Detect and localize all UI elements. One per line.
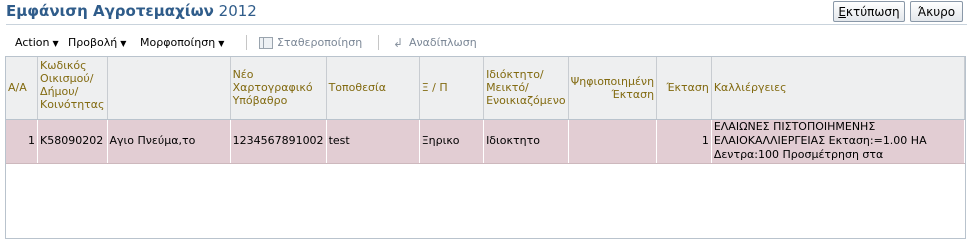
actions-menu[interactable]: Action ▼ xyxy=(15,36,59,49)
toolbar-separator xyxy=(378,35,379,50)
wrap-button-label: Αναδίπλωση xyxy=(409,36,477,49)
column-header-map[interactable]: Νέο Χαρτογραφικό Υπόβαθρο xyxy=(230,57,327,120)
page-title: Εμφάνιση Αγροτεμαχίων 2012 xyxy=(6,2,257,20)
format-menu[interactable]: Μορφοποίηση ▼ xyxy=(140,36,224,49)
cell-aa: 1 xyxy=(6,119,39,164)
crops-line: ΕΛΑΙΟΚΑΛΛΙΕΡΓΕΙΑΣ Εκταση:=1.00 HA xyxy=(713,134,927,147)
column-header-xp[interactable]: Ξ / Π xyxy=(419,57,485,120)
format-menu-label: Μορφοποίηση xyxy=(140,36,216,49)
wrap-button[interactable]: ↲ Αναδίπλωση xyxy=(391,36,477,49)
cell-location: test xyxy=(326,119,420,164)
cell-map: 1234567891002 xyxy=(230,119,327,164)
page-title-main: Εμφάνιση Αγροτεμαχίων xyxy=(6,2,214,20)
freeze-button[interactable]: Σταθεροποίηση xyxy=(259,36,362,49)
parcels-table-container: Α/Α Κωδικός Οικισμού/ Δήμου/ Κοινότητας … xyxy=(5,56,966,239)
parcels-table: Α/Α Κωδικός Οικισμού/ Δήμου/ Κοινότητας … xyxy=(6,57,965,164)
column-header-area[interactable]: Έκταση xyxy=(656,57,712,120)
column-header-digitized-area[interactable]: Ψηφιοποιημένη Έκταση xyxy=(568,57,658,120)
wrap-icon: ↲ xyxy=(392,35,404,50)
title-divider xyxy=(6,24,967,25)
cell-name: Αγιο Πνεύμα,το xyxy=(107,119,231,164)
print-button[interactable]: Εκτύπωση xyxy=(833,1,905,22)
cell-ownership: Ιδιοκτητο xyxy=(483,119,569,164)
cell-xp: Ξηρικο xyxy=(419,119,485,164)
column-header-name[interactable] xyxy=(107,57,231,120)
print-button-label: Εκτύπωση xyxy=(838,4,900,19)
table-row[interactable]: 1 K58090202 Αγιο Πνεύμα,το 1234567891002… xyxy=(6,119,965,164)
column-header-crops[interactable]: Καλλιέργειες xyxy=(711,57,965,120)
cell-crops: ΕΛΑΙΩΝΕΣ ΠΙΣΤΟΠΟΙΗΜΕΝΗΣ ΕΛΑΙΟΚΑΛΛΙΕΡΓΕΙΑ… xyxy=(711,119,965,164)
chevron-down-icon: ▼ xyxy=(218,39,225,48)
crops-line: Δεντρα:100 Προσμέτρηση στα xyxy=(713,148,884,161)
title-bar: Εμφάνιση Αγροτεμαχίων 2012 Εκτύπωση Άκυρ… xyxy=(0,0,967,26)
table-header-row: Α/Α Κωδικός Οικισμού/ Δήμου/ Κοινότητας … xyxy=(6,57,965,120)
view-menu-label: Προβολή xyxy=(68,36,118,49)
column-header-ownership[interactable]: Ιδιόκτητο/ Μεικτό/ Ενοικιαζόμενο xyxy=(483,57,569,120)
actions-menu-label: Action xyxy=(15,36,50,49)
cancel-button-label: Άκυρο xyxy=(917,4,956,19)
freeze-icon xyxy=(259,36,273,49)
chevron-down-icon: ▼ xyxy=(52,39,59,48)
cell-code: K58090202 xyxy=(37,119,108,164)
column-header-code[interactable]: Κωδικός Οικισμού/ Δήμου/ Κοινότητας xyxy=(37,57,108,120)
toolbar-separator xyxy=(246,35,247,50)
view-menu[interactable]: Προβολή ▼ xyxy=(68,36,126,49)
cell-area: 1 xyxy=(656,119,712,164)
table-toolbar: Action ▼ Προβολή ▼ Μορφοποίηση ▼ Σταθεροποί… xyxy=(6,33,967,54)
cell-digitized-area xyxy=(568,119,658,164)
crops-line: ΕΛΑΙΩΝΕΣ ΠΙΣΤΟΠΟΙΗΜΕΝΗΣ xyxy=(713,120,876,133)
column-header-location[interactable]: Τοποθεσία xyxy=(326,57,420,120)
column-header-aa[interactable]: Α/Α xyxy=(6,57,39,120)
page-title-year: 2012 xyxy=(218,2,257,20)
chevron-down-icon: ▼ xyxy=(120,39,127,48)
freeze-button-label: Σταθεροποίηση xyxy=(277,36,363,49)
cancel-button[interactable]: Άκυρο xyxy=(910,1,963,22)
